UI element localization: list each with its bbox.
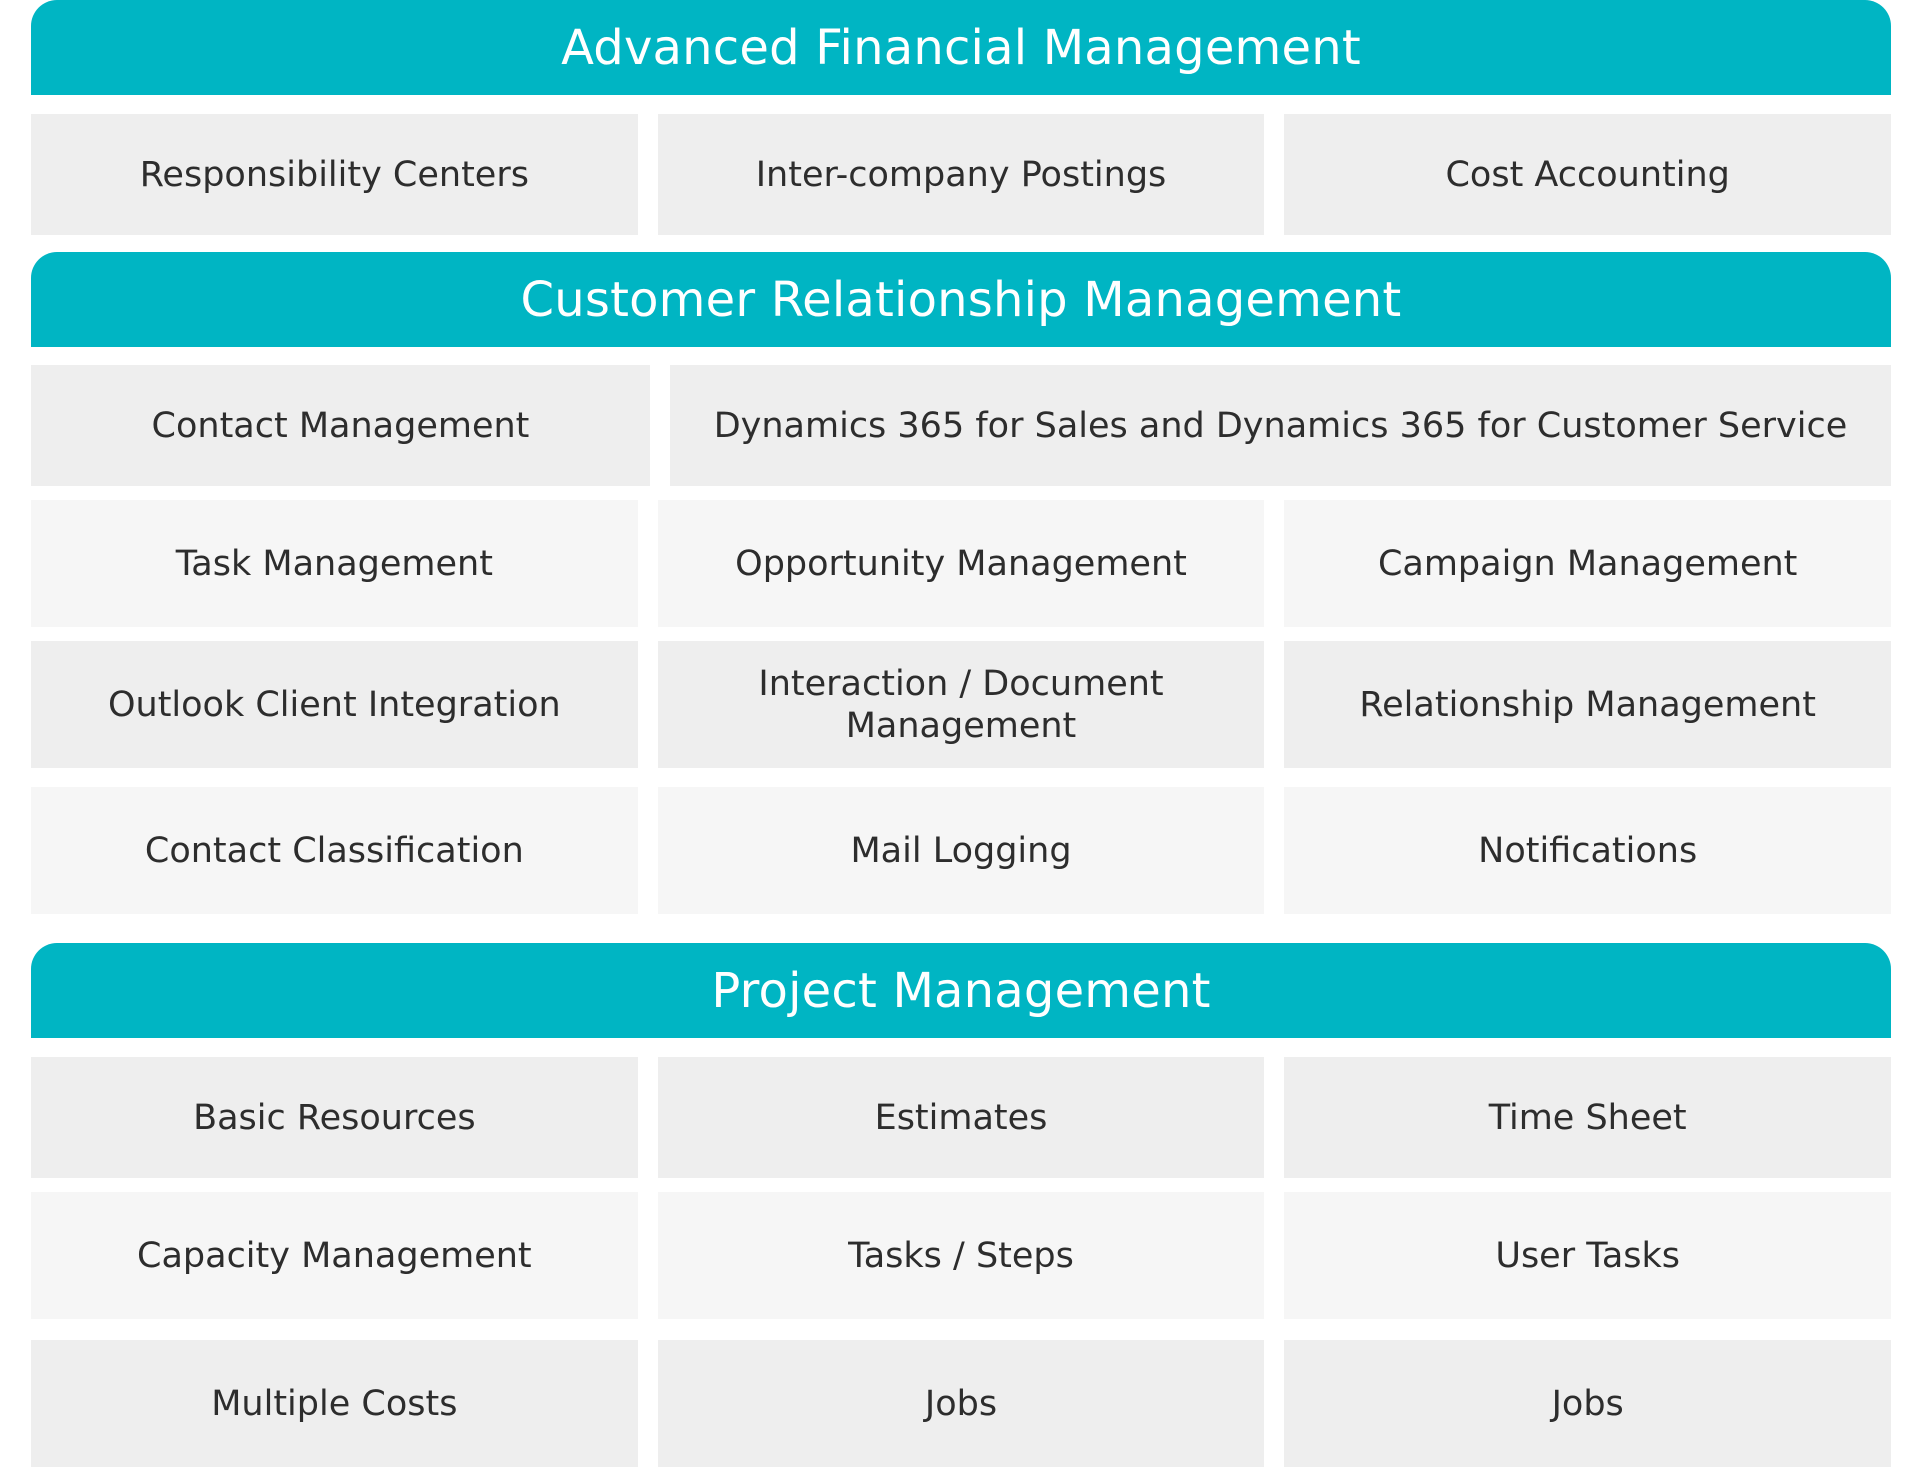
table-row: Task Management Opportunity Management C… <box>31 500 1892 627</box>
feature-cell: Outlook Client Integration <box>31 641 638 768</box>
feature-table: Advanced Financial Management Responsibi… <box>0 0 1920 1479</box>
section-title: Customer Relationship Management <box>31 252 1891 347</box>
table-row: Contact Classification Mail Logging Noti… <box>31 787 1892 914</box>
feature-cell: Tasks / Steps <box>657 1192 1265 1319</box>
feature-cell: Responsibility Centers <box>31 114 638 235</box>
feature-cell: Time Sheet <box>1284 1057 1892 1178</box>
feature-cell: Opportunity Management <box>657 500 1265 627</box>
feature-cell: Multiple Costs <box>31 1340 638 1467</box>
section-project-management: Project Management Basic Resources Estim… <box>31 943 1892 1468</box>
table-row: Outlook Client Integration Interaction /… <box>31 641 1892 768</box>
feature-cell: Jobs <box>1284 1340 1892 1467</box>
feature-cell: Contact Management <box>31 365 650 486</box>
feature-cell: Mail Logging <box>657 787 1265 914</box>
table-row: Contact Management Dynamics 365 for Sale… <box>31 365 1891 486</box>
section-grid: Contact Management Dynamics 365 for Sale… <box>31 347 1892 937</box>
feature-cell: Dynamics 365 for Sales and Dynamics 365 … <box>669 365 1891 486</box>
table-row: Responsibility Centers Inter-company Pos… <box>31 114 1892 235</box>
feature-cell: Capacity Management <box>31 1192 638 1319</box>
feature-cell: Cost Accounting <box>1284 114 1892 235</box>
feature-cell: Inter-company Postings <box>657 114 1265 235</box>
table-row: Capacity Management Tasks / Steps User T… <box>31 1192 1892 1319</box>
section-title: Advanced Financial Management <box>31 0 1891 95</box>
feature-cell: Estimates <box>657 1057 1265 1178</box>
feature-cell: Notifications <box>1284 787 1892 914</box>
section-grid: Basic Resources Estimates Time Sheet Cap… <box>31 1038 1892 1468</box>
feature-cell: Basic Resources <box>31 1057 638 1178</box>
feature-cell: Campaign Management <box>1284 500 1892 627</box>
feature-cell: User Tasks <box>1284 1192 1892 1319</box>
table-row: Basic Resources Estimates Time Sheet <box>31 1057 1892 1178</box>
section-title: Project Management <box>31 943 1891 1038</box>
section-customer-relationship-management: Customer Relationship Management Contact… <box>31 252 1892 937</box>
section-grid: Responsibility Centers Inter-company Pos… <box>31 95 1892 235</box>
feature-cell: Jobs <box>657 1340 1265 1467</box>
feature-cell: Task Management <box>31 500 638 627</box>
section-advanced-financial-management: Advanced Financial Management Responsibi… <box>31 0 1892 235</box>
feature-cell: Relationship Management <box>1284 641 1892 768</box>
feature-cell: Contact Classification <box>31 787 638 914</box>
table-row: Multiple Costs Jobs Jobs <box>31 1340 1892 1467</box>
feature-cell: Interaction / Document Management <box>657 641 1265 768</box>
